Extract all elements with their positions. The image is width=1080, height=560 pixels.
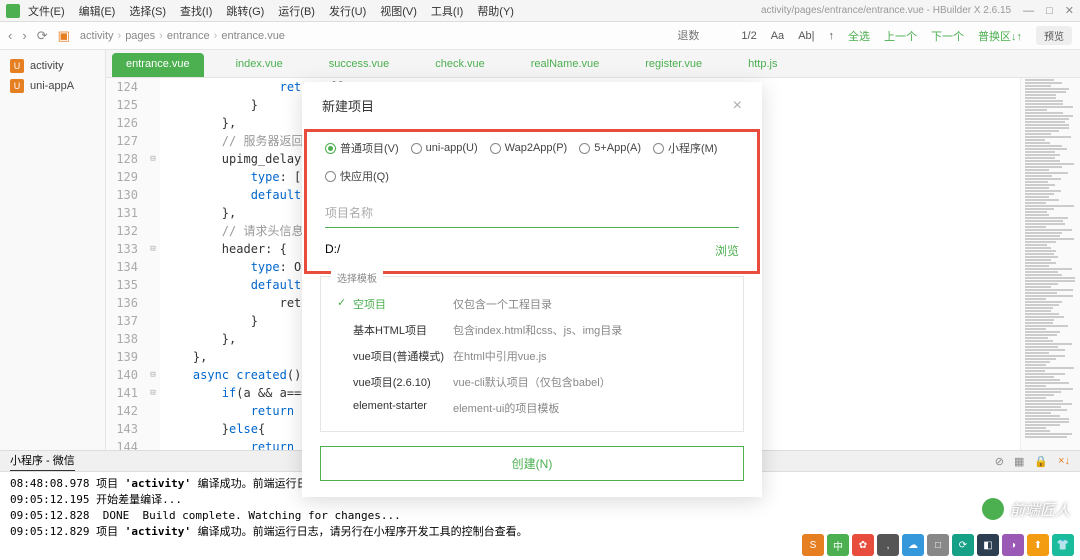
template-element[interactable]: element-starterelement-ui的项目模板 <box>335 395 729 421</box>
tab-check[interactable]: check.vue <box>421 53 499 77</box>
status-icon[interactable]: 👕 <box>1052 534 1074 556</box>
lock-icon[interactable]: 🔒 <box>1034 455 1048 468</box>
radio-normal[interactable]: 普通项目(V) <box>325 140 399 156</box>
browse-button[interactable]: 浏览 <box>715 242 739 259</box>
back-alt-input[interactable] <box>677 30 727 42</box>
template-section: 选择模板 空项目仅包含一个工程目录 基本HTML项目包含index.html和c… <box>320 276 744 432</box>
template-vue-2610[interactable]: vue项目(2.6.10)vue-cli默认项目（仅包含babel） <box>335 369 729 395</box>
menu-select[interactable]: 选择(S) <box>129 3 166 19</box>
sidebar-item-activity[interactable]: Uactivity <box>0 56 105 76</box>
menu-view[interactable]: 视图(V) <box>380 3 417 19</box>
menu-goto[interactable]: 跳转(G) <box>226 3 264 19</box>
folder-icon: U <box>10 79 24 93</box>
word-toggle[interactable]: Ab| <box>798 30 814 42</box>
status-icon[interactable]: ⬆ <box>1027 534 1049 556</box>
menu-bar: 文件(E) 编辑(E) 选择(S) 查找(I) 跳转(G) 运行(B) 发行(U… <box>0 0 1080 22</box>
menu-edit[interactable]: 编辑(E) <box>79 3 116 19</box>
folder-icon: U <box>10 59 24 73</box>
minimize-icon[interactable]: — <box>1023 5 1034 17</box>
dialog-close-icon[interactable]: × <box>733 97 742 115</box>
menu-file[interactable]: 文件(E) <box>28 3 65 19</box>
template-vue-normal[interactable]: vue项目(普通模式)在html中引用vue.js <box>335 343 729 369</box>
toolbar: ‹ › ⟳ ▣ activity › pages › entrance › en… <box>0 22 1080 50</box>
tab-http[interactable]: http.js <box>734 53 791 77</box>
fold-gutter[interactable]: ⊟⊟⊟⊟⊟ <box>146 78 160 450</box>
status-icon[interactable]: ☁ <box>902 534 924 556</box>
line-gutter: 1241251261271281291301311321331341351361… <box>106 78 146 450</box>
crumb-1[interactable]: pages <box>125 30 155 42</box>
window-title: activity/pages/entrance/entrance.vue - H… <box>761 5 1011 16</box>
status-icon[interactable]: □ <box>927 534 949 556</box>
crumb-3[interactable]: entrance.vue <box>221 30 285 42</box>
create-button[interactable]: 创建(N) <box>320 446 744 481</box>
radio-wap2app[interactable]: Wap2App(P) <box>490 140 568 156</box>
stop-icon[interactable]: ⊘ <box>995 455 1004 468</box>
minimap[interactable] <box>1020 78 1080 450</box>
menu-tools[interactable]: 工具(I) <box>431 3 463 19</box>
project-path[interactable]: D:/ <box>325 242 340 259</box>
sidebar-item-uniapp[interactable]: Uuni-appA <box>0 76 105 96</box>
refresh-icon[interactable]: ⟳ <box>37 28 48 44</box>
preview-button[interactable]: 预览 <box>1036 26 1072 45</box>
console-title[interactable]: 小程序 - 微信 <box>10 452 75 471</box>
close-console-icon[interactable]: ×↓ <box>1058 455 1070 467</box>
app-icon <box>6 4 20 18</box>
template-empty[interactable]: 空项目仅包含一个工程目录 <box>335 291 729 317</box>
menu-publish[interactable]: 发行(U) <box>329 3 366 19</box>
folder-icon: ▣ <box>58 28 70 44</box>
status-icon[interactable]: 中 <box>827 534 849 556</box>
status-icon[interactable]: ◧ <box>977 534 999 556</box>
prev[interactable]: 上一个 <box>884 28 917 44</box>
tab-success[interactable]: success.vue <box>315 53 404 77</box>
dialog-title: 新建项目 <box>322 96 374 115</box>
case-toggle[interactable]: Aa <box>771 30 784 42</box>
project-name-input[interactable]: 项目名称 <box>325 198 739 228</box>
tab-entrance[interactable]: entrance.vue <box>112 53 204 77</box>
menu-find[interactable]: 查找(I) <box>180 3 212 19</box>
select-all[interactable]: 全选 <box>848 28 870 44</box>
status-icon[interactable]: ✿ <box>852 534 874 556</box>
status-icon[interactable]: ◑ <box>1002 534 1024 556</box>
watermark: 前端匠人 <box>982 498 1070 520</box>
status-icon[interactable]: , <box>877 534 899 556</box>
project-type-radios: 普通项目(V) uni-app(U) Wap2App(P) 5+App(A) 小… <box>325 140 739 184</box>
status-bar: S中✿,☁□⟳◧◑⬆👕 <box>802 530 1080 560</box>
tab-bar: entrance.vue index.vue success.vue check… <box>106 50 1080 78</box>
sidebar: Uactivity Uuni-appA <box>0 50 106 450</box>
maximize-icon[interactable]: □ <box>1046 5 1053 17</box>
status-icon[interactable]: ⟳ <box>952 534 974 556</box>
counter: 1/2 <box>741 30 756 42</box>
next[interactable]: 下一个 <box>931 28 964 44</box>
template-legend: 选择模板 <box>331 270 383 285</box>
radio-uniapp[interactable]: uni-app(U) <box>411 140 478 156</box>
tab-register[interactable]: register.vue <box>631 53 716 77</box>
menu-help[interactable]: 帮助(Y) <box>477 3 514 19</box>
radio-quickapp[interactable]: 快应用(Q) <box>325 168 389 184</box>
highlighted-box: 普通项目(V) uni-app(U) Wap2App(P) 5+App(A) 小… <box>304 129 760 274</box>
crumb-2[interactable]: entrance <box>167 30 210 42</box>
menu-run[interactable]: 运行(B) <box>278 3 315 19</box>
regex-toggle[interactable]: ↑ <box>829 30 835 42</box>
replace-area[interactable]: 普换区↓↑ <box>978 28 1022 44</box>
forward-icon[interactable]: › <box>22 28 26 43</box>
tab-index[interactable]: index.vue <box>222 53 297 77</box>
crumb-0[interactable]: activity <box>80 30 114 42</box>
new-project-dialog: 新建项目 × 普通项目(V) uni-app(U) Wap2App(P) 5+A… <box>302 82 762 497</box>
back-icon[interactable]: ‹ <box>8 28 12 43</box>
radio-miniprogram[interactable]: 小程序(M) <box>653 140 718 156</box>
clear-icon[interactable]: ▦ <box>1014 455 1024 468</box>
watermark-icon <box>982 498 1004 520</box>
tab-realname[interactable]: realName.vue <box>517 53 613 77</box>
close-icon[interactable]: ✕ <box>1065 4 1074 17</box>
template-basic-html[interactable]: 基本HTML项目包含index.html和css、js、img目录 <box>335 317 729 343</box>
radio-5app[interactable]: 5+App(A) <box>579 140 641 156</box>
status-icon[interactable]: S <box>802 534 824 556</box>
